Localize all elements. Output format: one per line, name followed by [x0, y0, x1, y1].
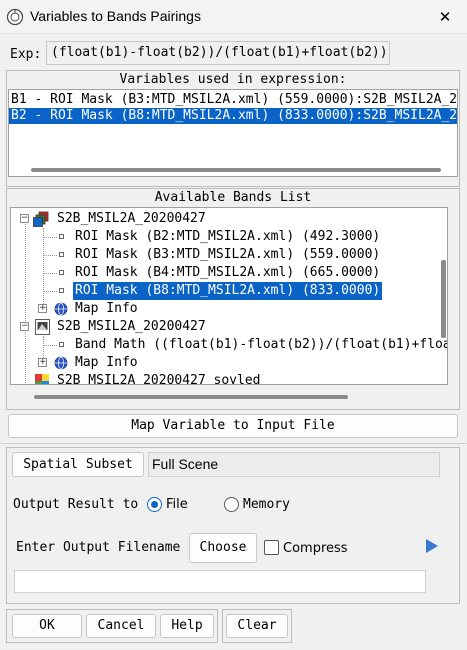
tree-item-label: Band Math ((float(b1)-float(b2))/(float(…	[75, 337, 447, 352]
help-button[interactable]: Help	[160, 614, 214, 638]
cancel-button[interactable]: Cancel	[86, 614, 156, 638]
choose-button[interactable]: Choose	[189, 533, 257, 563]
app-icon	[6, 8, 24, 26]
raster-stack-icon	[33, 211, 49, 227]
map-variable-button[interactable]: Map Variable to Input File	[8, 414, 458, 438]
band-icon	[59, 234, 64, 239]
clear-button[interactable]: Clear	[226, 614, 288, 638]
output-label: Output Result to	[13, 497, 139, 512]
globe-icon	[54, 302, 68, 316]
variables-header: Variables used in expression:	[119, 72, 347, 87]
expand-icon[interactable]: +	[38, 304, 47, 313]
variable-item-b2[interactable]: B2 - ROI Mask (B8:MTD_MSIL2A.xml) (833.0…	[9, 108, 457, 124]
expression-field: (float(b1)-float(b2))/(float(b1)+float(b…	[46, 41, 390, 65]
variable-item-label: B1 - ROI Mask (B3:MTD_MSIL2A.xml) (559.0…	[11, 92, 458, 107]
compress-label: Compress	[283, 541, 348, 556]
band-icon	[59, 270, 64, 275]
close-button[interactable]: ✕	[430, 4, 460, 30]
output-file-radio[interactable]	[147, 497, 162, 512]
tree-item-label: S2B_MSIL2A_20200427	[57, 211, 206, 226]
variable-item-label: B2 - ROI Mask (B8:MTD_MSIL2A.xml) (833.0…	[11, 108, 458, 123]
compress-checkbox[interactable]	[264, 540, 279, 555]
tree-item-label: ROI Mask (B3:MTD_MSIL2A.xml) (559.0000)	[75, 247, 381, 262]
variables-list[interactable]: B1 - ROI Mask (B3:MTD_MSIL2A.xml) (559.0…	[8, 89, 458, 177]
tree-item-label: Map Info	[75, 355, 138, 370]
window-title: Variables to Bands Pairings	[30, 8, 201, 24]
tree-item-label: Map Info	[75, 301, 138, 316]
arrow-pointer-icon	[426, 539, 438, 553]
close-icon: ✕	[438, 8, 452, 26]
ok-button[interactable]: OK	[12, 614, 82, 638]
image-file-icon	[35, 319, 50, 335]
tree-item-label: S2B_MSIL2A_20200427	[57, 319, 206, 334]
tree-item-label: ROI Mask (B8:MTD_MSIL2A.xml) (833.0000)	[73, 282, 383, 300]
band-icon	[59, 342, 64, 347]
expand-icon[interactable]: +	[38, 358, 47, 367]
band-icon	[59, 288, 64, 293]
tree-item-label: S2B_MSIL2A_20200427_soyled	[57, 373, 261, 385]
collapse-icon[interactable]: −	[20, 322, 29, 331]
output-file-label: File	[166, 497, 188, 512]
spatial-subset-value: Full Scene	[148, 452, 440, 477]
spatial-subset-button[interactable]: Spatial Subset	[12, 452, 144, 477]
separator	[0, 443, 467, 444]
bands-hscrollbar[interactable]	[34, 395, 348, 399]
bands-vscrollbar[interactable]	[441, 260, 446, 338]
variables-hscrollbar[interactable]	[31, 168, 441, 172]
filename-input[interactable]	[14, 570, 426, 593]
band-icon	[59, 252, 64, 257]
bands-header: Available Bands List	[154, 190, 312, 205]
filename-label: Enter Output Filename	[16, 540, 181, 555]
globe-icon	[54, 356, 68, 370]
color-stack-icon	[35, 374, 49, 384]
tree-item-label: ROI Mask (B2:MTD_MSIL2A.xml) (492.3000)	[75, 229, 381, 244]
output-memory-label: Memory	[243, 497, 290, 512]
expression-label: Exp:	[10, 47, 42, 62]
collapse-icon[interactable]: −	[20, 214, 29, 223]
bands-tree[interactable]: − S2B_MSIL2A_20200427 ROI Mask (B2:MTD_M…	[10, 207, 448, 385]
output-memory-radio[interactable]	[224, 497, 239, 512]
variable-item-b1[interactable]: B1 - ROI Mask (B3:MTD_MSIL2A.xml) (559.0…	[9, 92, 457, 108]
tree-item-label: ROI Mask (B4:MTD_MSIL2A.xml) (665.0000)	[75, 265, 381, 280]
